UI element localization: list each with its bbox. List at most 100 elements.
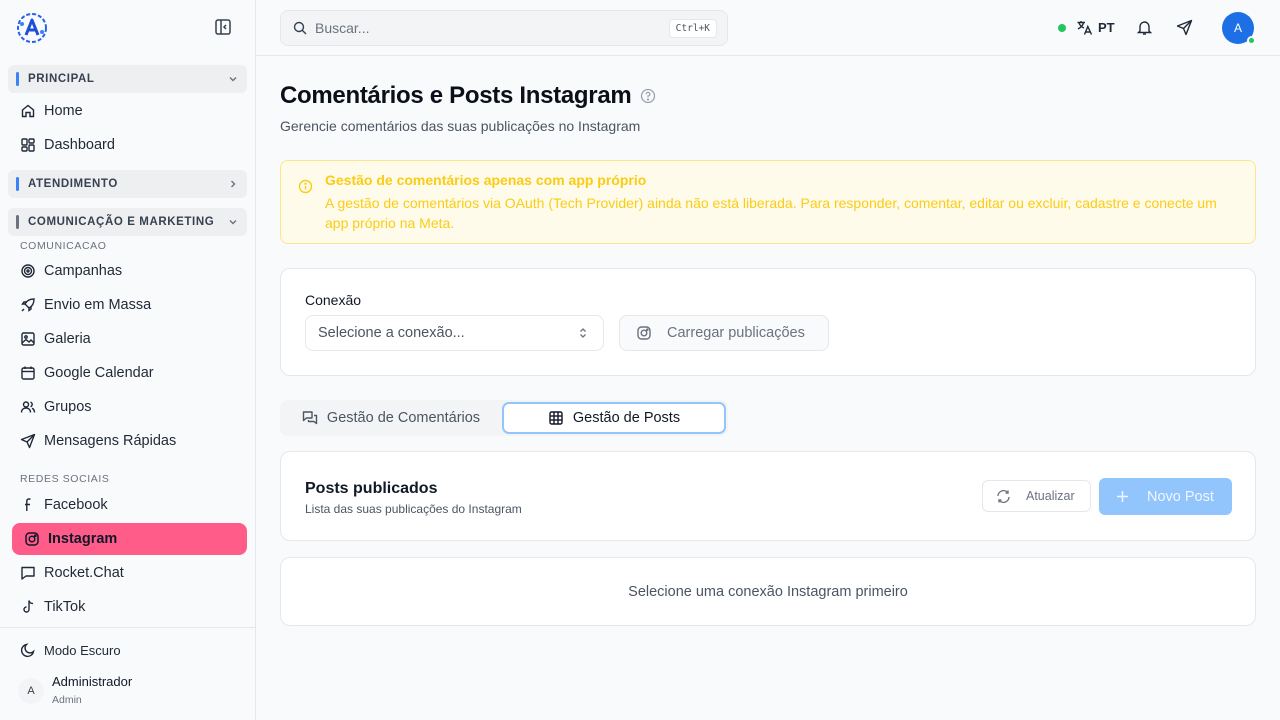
sidebar-item-label: Instagram [48, 531, 118, 547]
chevron-down-icon [229, 77, 237, 82]
sidebar-item-label: Dashboard [44, 137, 115, 153]
sidebar-item-google-calendar[interactable]: Google Calendar [12, 357, 247, 389]
section-label: PRINCIPAL [28, 73, 95, 85]
main-content: Comentários e Posts Instagram Gerencie c… [256, 56, 1280, 720]
chevron-up-down-icon [580, 328, 586, 338]
sidebar-item-galeria[interactable]: Galeria [12, 323, 247, 355]
info-icon [298, 179, 313, 194]
users-icon [20, 401, 36, 413]
sidebar-item-facebook[interactable]: Facebook [12, 489, 247, 521]
sidebar-item-label: Google Calendar [44, 365, 154, 381]
sidebar-item-rocket-chat[interactable]: Rocket.Chat [12, 557, 247, 589]
instagram-icon [25, 532, 39, 546]
send-icon [20, 433, 36, 449]
dark-mode-toggle[interactable]: Modo Escuro [20, 642, 121, 658]
warning-alert: Gestão de comentários apenas com app pró… [280, 160, 1256, 244]
tab-bar: Gestão de Comentários Gestão de Posts [280, 400, 728, 436]
tab-label: Gestão de Posts [572, 410, 681, 426]
page-title: Comentários e Posts Instagram [280, 82, 632, 109]
empty-state-message: Selecione uma conexão Instagram primeiro [628, 583, 908, 600]
sidebar-item-label: Galeria [44, 331, 91, 347]
online-indicator [1247, 36, 1256, 45]
help-icon[interactable] [640, 88, 656, 104]
sidebar-item-envio-em-massa[interactable]: Envio em Massa [12, 289, 247, 321]
connection-select-placeholder: Selecione a conexão... [318, 325, 465, 341]
load-publications-label: Carregar publicações [667, 325, 805, 341]
translate-icon [1077, 21, 1093, 35]
sidebar: PRINCIPAL Home Dashboard ATENDIMENTO COM… [0, 0, 256, 720]
posts-subtitle: Lista das suas publicações do Instagram [305, 502, 522, 516]
user-name: Administrador [52, 674, 133, 689]
section-marker [16, 215, 19, 229]
grid-icon [549, 411, 563, 425]
new-post-button[interactable]: Novo Post [1099, 478, 1232, 515]
sidebar-item-label: Envio em Massa [44, 297, 152, 313]
app-logo[interactable] [16, 12, 48, 44]
empty-state: Selecione uma conexão Instagram primeiro [280, 557, 1256, 626]
section-principal[interactable]: PRINCIPAL [8, 65, 247, 93]
facebook-icon [25, 498, 31, 511]
sidebar-item-label: Rocket.Chat [44, 565, 124, 581]
home-icon [21, 104, 35, 118]
section-marker [16, 72, 19, 86]
sidebar-item-label: Mensagens Rápidas [44, 433, 177, 449]
section-label: ATENDIMENTO [28, 178, 118, 190]
sidebar-item-mensagens-rapidas[interactable]: Mensagens Rápidas [12, 425, 247, 457]
sidebar-item-label: Grupos [44, 399, 92, 415]
sidebar-item-label: Home [44, 103, 83, 119]
tab-gestao-comentarios[interactable]: Gestão de Comentários [282, 402, 500, 434]
language-switcher[interactable]: PT [1076, 19, 1115, 36]
sidebar-item-home[interactable]: Home [12, 95, 247, 127]
collapse-sidebar-icon[interactable] [214, 18, 232, 36]
sidebar-item-campanhas[interactable]: Campanhas [12, 255, 247, 287]
chevron-down-icon [229, 220, 237, 225]
rocket-icon [21, 298, 35, 312]
sidebar-item-instagram[interactable]: Instagram [12, 523, 247, 555]
search-input[interactable]: Buscar... Ctrl+K [280, 10, 728, 46]
messages-icon [302, 411, 318, 425]
send-icon[interactable] [1176, 19, 1193, 36]
load-publications-button[interactable]: Carregar publicações [619, 315, 829, 351]
sidebar-item-label: Facebook [44, 497, 108, 513]
refresh-label: Atualizar [1026, 489, 1075, 503]
refresh-icon [997, 489, 1010, 503]
sidebar-item-tiktok[interactable]: TikTok [12, 591, 247, 623]
user-avatar[interactable]: A [18, 678, 44, 704]
instagram-icon [637, 326, 651, 340]
plus-icon [1117, 491, 1128, 502]
calendar-icon [21, 366, 35, 380]
sidebar-item-grupos[interactable]: Grupos [12, 391, 247, 423]
moon-icon [20, 643, 35, 658]
connection-status-dot [1058, 24, 1066, 32]
section-atendimento[interactable]: ATENDIMENTO [8, 170, 247, 198]
sidebar-divider [0, 627, 256, 628]
chat-icon [21, 566, 35, 580]
sidebar-item-label: Campanhas [44, 263, 123, 279]
tiktok-icon [23, 600, 34, 613]
keyboard-shortcut: Ctrl+K [668, 18, 717, 38]
sidebar-item-dashboard[interactable]: Dashboard [12, 129, 247, 161]
image-icon [21, 332, 35, 346]
tab-label: Gestão de Comentários [326, 410, 481, 426]
alert-title: Gestão de comentários apenas com app pró… [325, 172, 647, 188]
connection-card: Conexão Selecione a conexão... Carregar … [280, 268, 1256, 376]
tab-gestao-posts[interactable]: Gestão de Posts [502, 402, 726, 434]
section-label: COMUNICAÇÃO E MARKETING [28, 216, 215, 228]
section-comunicacao-marketing[interactable]: COMUNICAÇÃO E MARKETING [8, 208, 247, 236]
bell-icon[interactable] [1136, 19, 1153, 36]
search-placeholder: Buscar... [315, 20, 370, 36]
connection-select[interactable]: Selecione a conexão... [305, 315, 604, 351]
posts-title: Posts publicados [305, 480, 438, 497]
dark-mode-label: Modo Escuro [44, 642, 121, 658]
topbar: Buscar... Ctrl+K PT A [256, 0, 1280, 56]
search-icon [293, 21, 307, 35]
sidebar-item-label: TikTok [44, 599, 86, 615]
subheading-comunicacao: COMUNICACAO [20, 240, 107, 252]
subheading-redes-sociais: REDES SOCIAIS [20, 473, 110, 485]
new-post-label: Novo Post [1147, 488, 1214, 505]
section-marker [16, 177, 19, 191]
connection-label: Conexão [305, 292, 362, 308]
chevron-right-icon [231, 180, 236, 188]
language-label: PT [1098, 20, 1115, 35]
refresh-button[interactable]: Atualizar [982, 480, 1091, 512]
